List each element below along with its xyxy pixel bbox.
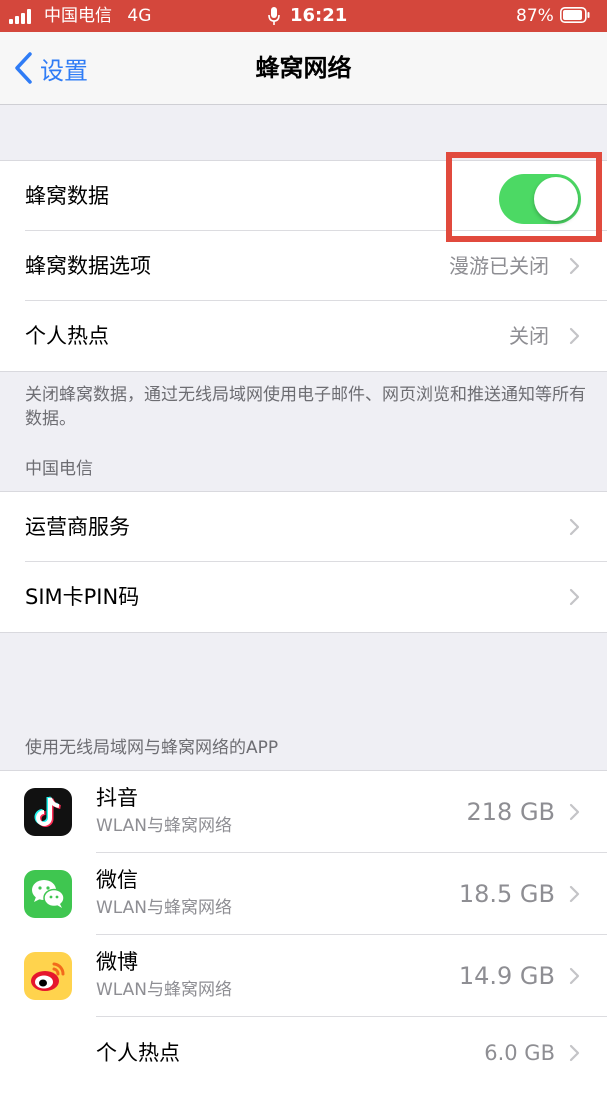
personal-hotspot-label: 个人热点 [25, 324, 109, 348]
app-data-usage: 14.9 GB [458, 962, 555, 990]
cellular-footnote: 关闭蜂窝数据，通过无线局域网使用电子邮件、网页浏览和推送通知等所有数据。 [25, 385, 586, 429]
carrier-services-row[interactable]: 运营商服务 [0, 492, 607, 562]
app-name: 微博 [96, 950, 138, 974]
highlight-box [446, 152, 602, 242]
apps-group: 抖音 WLAN与蜂窝网络 218 GB 微信 WLAN与蜂窝网络 18.5 GB [0, 770, 607, 1099]
chevron-right-icon [569, 257, 580, 275]
app-row-wechat[interactable]: 微信 WLAN与蜂窝网络 18.5 GB [0, 853, 607, 935]
app-network-mode: WLAN与蜂窝网络 [96, 816, 233, 836]
app-row-personal-hotspot[interactable]: 个人热点 6.0 GB [0, 1017, 607, 1099]
app-network-mode: WLAN与蜂窝网络 [96, 980, 233, 1000]
clock: 16:21 [290, 5, 348, 26]
microphone-icon [268, 7, 280, 25]
app-data-usage: 6.0 GB [484, 1041, 555, 1065]
app-row-weibo[interactable]: 微博 WLAN与蜂窝网络 14.9 GB [0, 935, 607, 1017]
douyin-icon [24, 788, 72, 836]
app-network-mode: WLAN与蜂窝网络 [96, 898, 233, 918]
page-title: 蜂窝网络 [255, 54, 352, 82]
signal-strength-icon [9, 9, 35, 24]
chevron-right-icon [569, 1044, 580, 1062]
battery-icon [560, 7, 590, 23]
app-name: 微信 [96, 868, 138, 892]
battery-percent: 87% [516, 6, 554, 26]
apps-section-header: 使用无线局域网与蜂窝网络的APP [25, 738, 279, 758]
weibo-icon [24, 952, 72, 1000]
hotspot-status: 关闭 [509, 324, 549, 348]
sim-pin-row[interactable]: SIM卡PIN码 [0, 562, 607, 632]
cellular-data-options-label: 蜂窝数据选项 [25, 254, 151, 278]
status-bar: 中国电信 4G 16:21 87% [0, 0, 607, 32]
navigation-bar: 设置 蜂窝网络 [0, 32, 607, 105]
chevron-right-icon [569, 967, 580, 985]
app-data-usage: 218 GB [466, 798, 556, 826]
carrier-group: 运营商服务 SIM卡PIN码 [0, 491, 607, 633]
app-name: 个人热点 [96, 1041, 180, 1065]
carrier-section-header: 中国电信 [25, 459, 93, 479]
app-name: 抖音 [96, 786, 138, 810]
chevron-right-icon [569, 885, 580, 903]
network-type: 4G [127, 6, 152, 26]
app-row-douyin[interactable]: 抖音 WLAN与蜂窝网络 218 GB [0, 771, 607, 853]
chevron-right-icon [569, 588, 580, 606]
personal-hotspot-row[interactable]: 个人热点 关闭 [0, 301, 607, 371]
carrier-name: 中国电信 [44, 6, 112, 26]
chevron-right-icon [569, 518, 580, 536]
chevron-right-icon [569, 803, 580, 821]
cellular-data-label: 蜂窝数据 [25, 184, 109, 208]
app-data-usage: 18.5 GB [458, 880, 555, 908]
carrier-services-label: 运营商服务 [25, 515, 130, 539]
wechat-icon [24, 870, 72, 918]
chevron-right-icon [569, 327, 580, 345]
sim-pin-label: SIM卡PIN码 [25, 585, 140, 609]
